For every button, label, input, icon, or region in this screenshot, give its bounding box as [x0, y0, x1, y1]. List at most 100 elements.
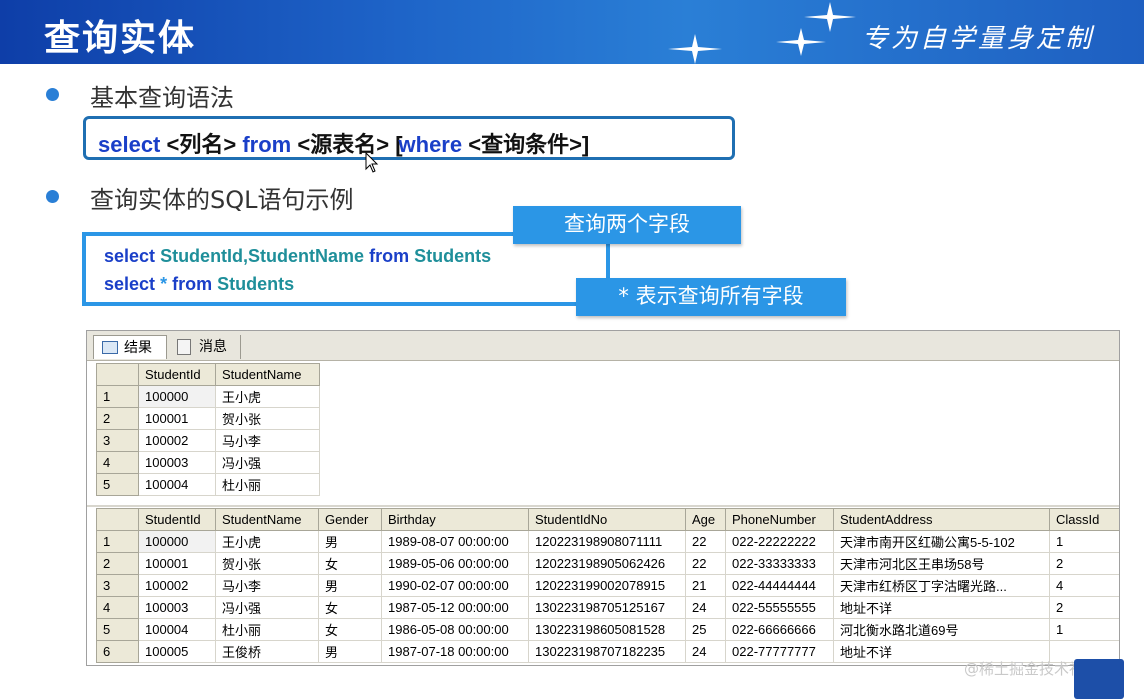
- column-header[interactable]: StudentIdNo: [528, 508, 686, 531]
- row-number: 6: [96, 640, 139, 663]
- table-row[interactable]: 2 100001 贺小张女 1989-05-06 00:00:00 1202231989…: [96, 552, 1119, 575]
- grid-cell[interactable]: 女: [318, 618, 382, 641]
- grid-cell[interactable]: 天津市河北区王串场58号: [833, 552, 1050, 575]
- table-row[interactable]: 1 100000 王小虎: [96, 385, 320, 408]
- grid-cell[interactable]: 马小李: [215, 574, 319, 597]
- grid-cell[interactable]: 贺小张: [215, 552, 319, 575]
- grid-cell[interactable]: 21: [685, 574, 726, 597]
- grid-cell[interactable]: 120223199002078915: [528, 574, 686, 597]
- table-row[interactable]: 4 100003 冯小强: [96, 451, 320, 474]
- grid-cell[interactable]: 1990-02-07 00:00:00: [381, 574, 529, 597]
- example-star: *: [160, 274, 168, 294]
- grid-cell[interactable]: 地址不详: [833, 596, 1050, 619]
- column-header[interactable]: PhoneNumber: [725, 508, 834, 531]
- column-header[interactable]: Age: [685, 508, 726, 531]
- grid-cell[interactable]: 王小虎: [215, 385, 320, 408]
- grid-cell[interactable]: 022-33333333: [725, 552, 834, 575]
- grid-cell[interactable]: 马小李: [215, 429, 320, 452]
- grid-cell[interactable]: 2: [1049, 596, 1119, 619]
- grid-divider: [87, 505, 1119, 507]
- grid-cell[interactable]: 022-22222222: [725, 530, 834, 553]
- tab-messages[interactable]: 消息: [169, 335, 241, 359]
- grid-cell[interactable]: 22: [685, 552, 726, 575]
- grid-cell[interactable]: 杜小丽: [215, 618, 319, 641]
- grid-cell[interactable]: 天津市南开区红磡公寓5-5-102: [833, 530, 1050, 553]
- table-row[interactable]: 1 100000 王小虎男 1989-08-07 00:00:00 1202231989…: [96, 530, 1119, 553]
- column-header[interactable]: Birthday: [381, 508, 529, 531]
- grid-cell[interactable]: 130223198707182235: [528, 640, 686, 663]
- column-header[interactable]: StudentName: [215, 363, 320, 386]
- grid-cell[interactable]: 男: [318, 640, 382, 663]
- grid-cell[interactable]: 100004: [138, 473, 216, 496]
- grid-cell[interactable]: 130223198705125167: [528, 596, 686, 619]
- grid-cell[interactable]: 女: [318, 596, 382, 619]
- grid-cell[interactable]: 1: [1049, 618, 1119, 641]
- table-row[interactable]: 2 100001 贺小张: [96, 407, 320, 430]
- grid-cell[interactable]: 24: [685, 596, 726, 619]
- sparkle-icon: [776, 28, 826, 56]
- grid-cell[interactable]: 100004: [138, 618, 216, 641]
- grid-cell[interactable]: 1987-05-12 00:00:00: [381, 596, 529, 619]
- grid-cell[interactable]: 贺小张: [215, 407, 320, 430]
- grid-cell[interactable]: 2: [1049, 552, 1119, 575]
- sparkle-icon: [668, 34, 722, 64]
- tab-results[interactable]: 结果: [93, 335, 167, 359]
- syntax-cond: <查询条件>]: [468, 132, 590, 157]
- column-header[interactable]: ClassId: [1049, 508, 1119, 531]
- grid-cell[interactable]: 100003: [138, 451, 216, 474]
- column-header[interactable]: StudentAddress: [833, 508, 1050, 531]
- grid-cell[interactable]: 王俊桥: [215, 640, 319, 663]
- grid-cell[interactable]: 1: [1049, 530, 1119, 553]
- grid-cell[interactable]: 22: [685, 530, 726, 553]
- grid-cell[interactable]: 022-55555555: [725, 596, 834, 619]
- table-row[interactable]: 5 100004 杜小丽: [96, 473, 320, 496]
- grid-cell[interactable]: 120223198905062426: [528, 552, 686, 575]
- callout-two-fields: 查询两个字段: [513, 206, 741, 244]
- grid-cell[interactable]: 100001: [138, 552, 216, 575]
- grid-cell[interactable]: 天津市红桥区丁字沽曙光路...: [833, 574, 1050, 597]
- slide-title: 查询实体: [44, 18, 197, 59]
- row-number: 3: [96, 574, 139, 597]
- table-row[interactable]: 3 100002 马小李: [96, 429, 320, 452]
- grid-cell[interactable]: 冯小强: [215, 596, 319, 619]
- row-number: 2: [96, 407, 139, 430]
- grid-cell[interactable]: 100000: [138, 530, 216, 553]
- table-row[interactable]: 5 100004 杜小丽女 1986-05-08 00:00:00 1302231986…: [96, 618, 1119, 641]
- grid-cell[interactable]: 河北衡水路北道69号: [833, 618, 1050, 641]
- grid-cell[interactable]: 男: [318, 530, 382, 553]
- table-row[interactable]: 4 100003 冯小强女 1987-05-12 00:00:00 1302231987…: [96, 596, 1119, 619]
- grid-cell[interactable]: 女: [318, 552, 382, 575]
- row-number-header: [96, 508, 139, 531]
- row-number: 3: [96, 429, 139, 452]
- grid-cell[interactable]: 022-77777777: [725, 640, 834, 663]
- grid-cell[interactable]: 120223198908071111: [528, 530, 686, 553]
- grid-cell[interactable]: 100002: [138, 429, 216, 452]
- grid-cell[interactable]: 王小虎: [215, 530, 319, 553]
- grid-cell[interactable]: 100003: [138, 596, 216, 619]
- grid-cell[interactable]: 022-44444444: [725, 574, 834, 597]
- grid-cell[interactable]: 100005: [138, 640, 216, 663]
- grid-cell[interactable]: 1986-05-08 00:00:00: [381, 618, 529, 641]
- grid-cell[interactable]: 100002: [138, 574, 216, 597]
- bullet-basic-syntax: 基本查询语法: [90, 84, 234, 112]
- grid-cell[interactable]: 冯小强: [215, 451, 320, 474]
- grid-cell[interactable]: 男: [318, 574, 382, 597]
- column-header[interactable]: StudentId: [138, 363, 216, 386]
- grid-icon: [102, 341, 118, 354]
- column-header[interactable]: StudentName: [215, 508, 319, 531]
- row-number: 4: [96, 451, 139, 474]
- grid-cell[interactable]: 24: [685, 640, 726, 663]
- grid-cell[interactable]: 杜小丽: [215, 473, 320, 496]
- grid-cell[interactable]: 4: [1049, 574, 1119, 597]
- table-row[interactable]: 3 100002 马小李男 1990-02-07 00:00:00 1202231990…: [96, 574, 1119, 597]
- grid-cell[interactable]: 1989-08-07 00:00:00: [381, 530, 529, 553]
- grid-cell[interactable]: 25: [685, 618, 726, 641]
- grid-cell[interactable]: 100001: [138, 407, 216, 430]
- grid-cell[interactable]: 1989-05-06 00:00:00: [381, 552, 529, 575]
- grid-cell[interactable]: 1987-07-18 00:00:00: [381, 640, 529, 663]
- grid-cell[interactable]: 022-66666666: [725, 618, 834, 641]
- grid-cell[interactable]: 130223198605081528: [528, 618, 686, 641]
- column-header[interactable]: Gender: [318, 508, 382, 531]
- column-header[interactable]: StudentId: [138, 508, 216, 531]
- grid-cell[interactable]: 100000: [138, 385, 216, 408]
